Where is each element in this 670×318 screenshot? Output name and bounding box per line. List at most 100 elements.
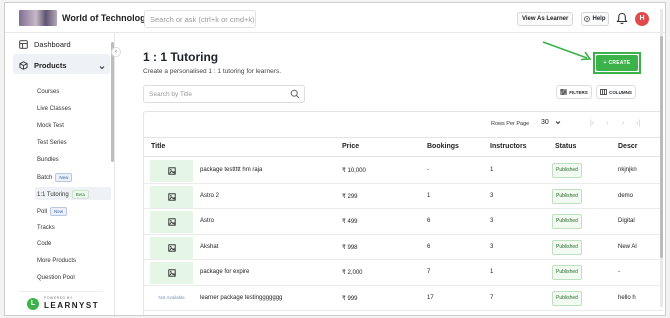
column-header-description[interactable]: Descr xyxy=(618,143,637,150)
sidebar-item-label: Bundles xyxy=(37,157,59,163)
sidebar-item-bundles[interactable]: Bundles xyxy=(37,157,59,163)
sidebar-item-products[interactable]: Products xyxy=(19,61,67,70)
cell-title[interactable]: package testtttt hm raja xyxy=(200,167,262,173)
powered-by-learnyst[interactable]: L POWERED BY LEARNYST xyxy=(19,291,103,313)
sidebar-item-question-pool[interactable]: Question Pool xyxy=(37,275,75,281)
cell-price: ₹ 2,000 xyxy=(342,270,363,276)
avatar[interactable]: H xyxy=(635,12,649,26)
sidebar-item-mock-test[interactable]: Mock Test xyxy=(37,123,64,129)
powered-by-label: POWERED BY xyxy=(44,296,73,300)
sidebar-item-code[interactable]: Code xyxy=(37,241,51,247)
question-icon: ? xyxy=(584,16,591,22)
sidebar-scrollbar[interactable] xyxy=(111,42,114,162)
school-logo[interactable] xyxy=(19,10,57,26)
cell-title[interactable]: Astro xyxy=(200,218,214,224)
cell-title[interactable]: Astro 2 xyxy=(200,193,219,199)
image-icon xyxy=(167,243,176,252)
sidebar-item-test-series[interactable]: Test Series xyxy=(37,140,67,146)
sidebar-item-tutoring[interactable]: 1:1 Tutoring Beta xyxy=(37,190,89,199)
sidebar-item-label: 1:1 Tutoring xyxy=(37,191,69,198)
search-placeholder: Search by Title xyxy=(149,91,192,98)
prev-page-icon[interactable]: ‹ xyxy=(606,120,608,127)
page-scrollbar-thumb[interactable] xyxy=(660,36,663,258)
tutoring-table: Rows Per Page 30 |‹ ‹ › ›| Title Price B… xyxy=(143,111,663,315)
columns-button[interactable]: COLUMNS xyxy=(596,85,636,99)
column-header-title[interactable]: Title xyxy=(151,143,165,150)
new-badge: New xyxy=(50,207,68,216)
cell-price: ₹ 999 xyxy=(342,295,358,302)
sidebar-item-more-products[interactable]: More Products xyxy=(37,258,76,264)
sidebar-item-courses[interactable]: Courses xyxy=(37,89,59,95)
table-row[interactable]: Akshat ₹ 998 6 3 New Al Published xyxy=(144,235,663,260)
table-row[interactable]: Not Available learner package testinggggg… xyxy=(144,286,663,311)
cell-description: hello h xyxy=(618,294,636,301)
cell-instructors: 3 xyxy=(490,243,494,250)
cell-bookings: 7 xyxy=(427,269,431,275)
cell-instructors: 1 xyxy=(490,167,494,173)
sidebar-item-label: Mock Test xyxy=(37,123,64,129)
table-row[interactable]: Astro 2 ₹ 299 1 3 demo Published xyxy=(144,184,663,209)
dashboard-icon xyxy=(19,40,28,49)
table-row[interactable]: Astro ₹ 499 6 3 Digital Published xyxy=(144,209,663,235)
sidebar-item-live-classes[interactable]: Live Classes xyxy=(37,106,71,112)
status-badge: Published xyxy=(552,265,582,280)
sidebar-item-batch[interactable]: Batch New xyxy=(37,173,73,182)
table-row[interactable]: package for expire ₹ 2,000 7 1 - Published xyxy=(144,260,663,286)
filters-button[interactable]: FILTERS xyxy=(556,85,592,99)
status-badge: Published xyxy=(552,290,582,306)
chevron-down-icon[interactable] xyxy=(99,65,105,70)
cell-title[interactable]: Akshat xyxy=(200,244,218,250)
help-label: Help xyxy=(592,16,606,22)
bell-icon[interactable] xyxy=(616,12,628,25)
cell-instructors: 3 xyxy=(490,218,494,224)
sidebar-item-label: Test Series xyxy=(37,140,67,146)
global-search-input[interactable]: Search or ask (ctrl+k or cmd+k) xyxy=(144,10,256,28)
last-page-icon[interactable]: ›| xyxy=(636,120,640,127)
status-badge: Published xyxy=(552,239,582,255)
cell-bookings: 1 xyxy=(427,192,431,199)
cell-instructors: 1 xyxy=(490,269,494,275)
cube-icon xyxy=(19,61,28,70)
cell-instructors: 3 xyxy=(490,192,494,199)
first-page-icon[interactable]: |‹ xyxy=(590,120,594,127)
cell-price: ₹ 998 xyxy=(342,244,358,251)
view-as-learner-button[interactable]: View As Learner xyxy=(517,12,574,26)
sidebar-item-label: Products xyxy=(34,61,67,70)
cell-price: ₹ 299 xyxy=(342,193,358,200)
arrow-annotation xyxy=(542,41,592,61)
cell-description: Digital xyxy=(618,218,635,224)
column-header-price[interactable]: Price xyxy=(342,143,359,150)
sidebar-item-label: Poll xyxy=(37,208,48,215)
page-title: 1 : 1 Tutoring xyxy=(143,50,219,64)
cell-bookings: 6 xyxy=(427,243,431,250)
cell-title[interactable]: learner package testinggggggg xyxy=(200,295,282,301)
sidebar-item-dashboard[interactable]: Dashboard xyxy=(19,40,71,49)
help-button[interactable]: ? Help xyxy=(581,12,609,26)
rows-per-page-label: Rows Per Page xyxy=(491,121,530,127)
table-row[interactable]: package testtttt hm raja ₹ 10,000 - 1 nkjnjk… xyxy=(144,158,663,184)
rows-per-page-select[interactable]: 30 xyxy=(541,119,561,126)
title-search-input[interactable]: Search by Title xyxy=(143,85,305,103)
cell-description: - xyxy=(618,269,620,275)
sidebar-item-label: More Products xyxy=(37,258,77,264)
collapse-sidebar-button[interactable]: ‹ xyxy=(111,47,121,57)
school-name: World of Technology xyxy=(62,13,151,23)
filter-icon xyxy=(560,89,568,95)
column-header-instructors[interactable]: Instructors xyxy=(490,143,527,150)
next-page-icon[interactable]: › xyxy=(622,120,624,127)
cell-instructors: 7 xyxy=(490,294,494,301)
cell-bookings: - xyxy=(427,167,429,173)
thumbnail xyxy=(150,211,193,233)
thumbnail xyxy=(150,262,193,284)
sidebar-item-poll[interactable]: Poll New xyxy=(37,207,68,216)
column-header-status[interactable]: Status xyxy=(555,143,576,150)
sidebar-item-tracks[interactable]: Tracks xyxy=(37,225,55,231)
app-window: World of Technology Search or ask (ctrl+… xyxy=(4,2,666,316)
column-header-bookings[interactable]: Bookings xyxy=(427,143,459,150)
image-icon xyxy=(167,269,176,277)
sidebar-item-label: Dashboard xyxy=(34,40,71,49)
create-button[interactable]: + CREATE xyxy=(596,55,638,71)
cell-description: demo xyxy=(618,192,634,199)
cell-title[interactable]: package for expire xyxy=(200,269,249,275)
chevron-down-icon xyxy=(555,121,561,125)
